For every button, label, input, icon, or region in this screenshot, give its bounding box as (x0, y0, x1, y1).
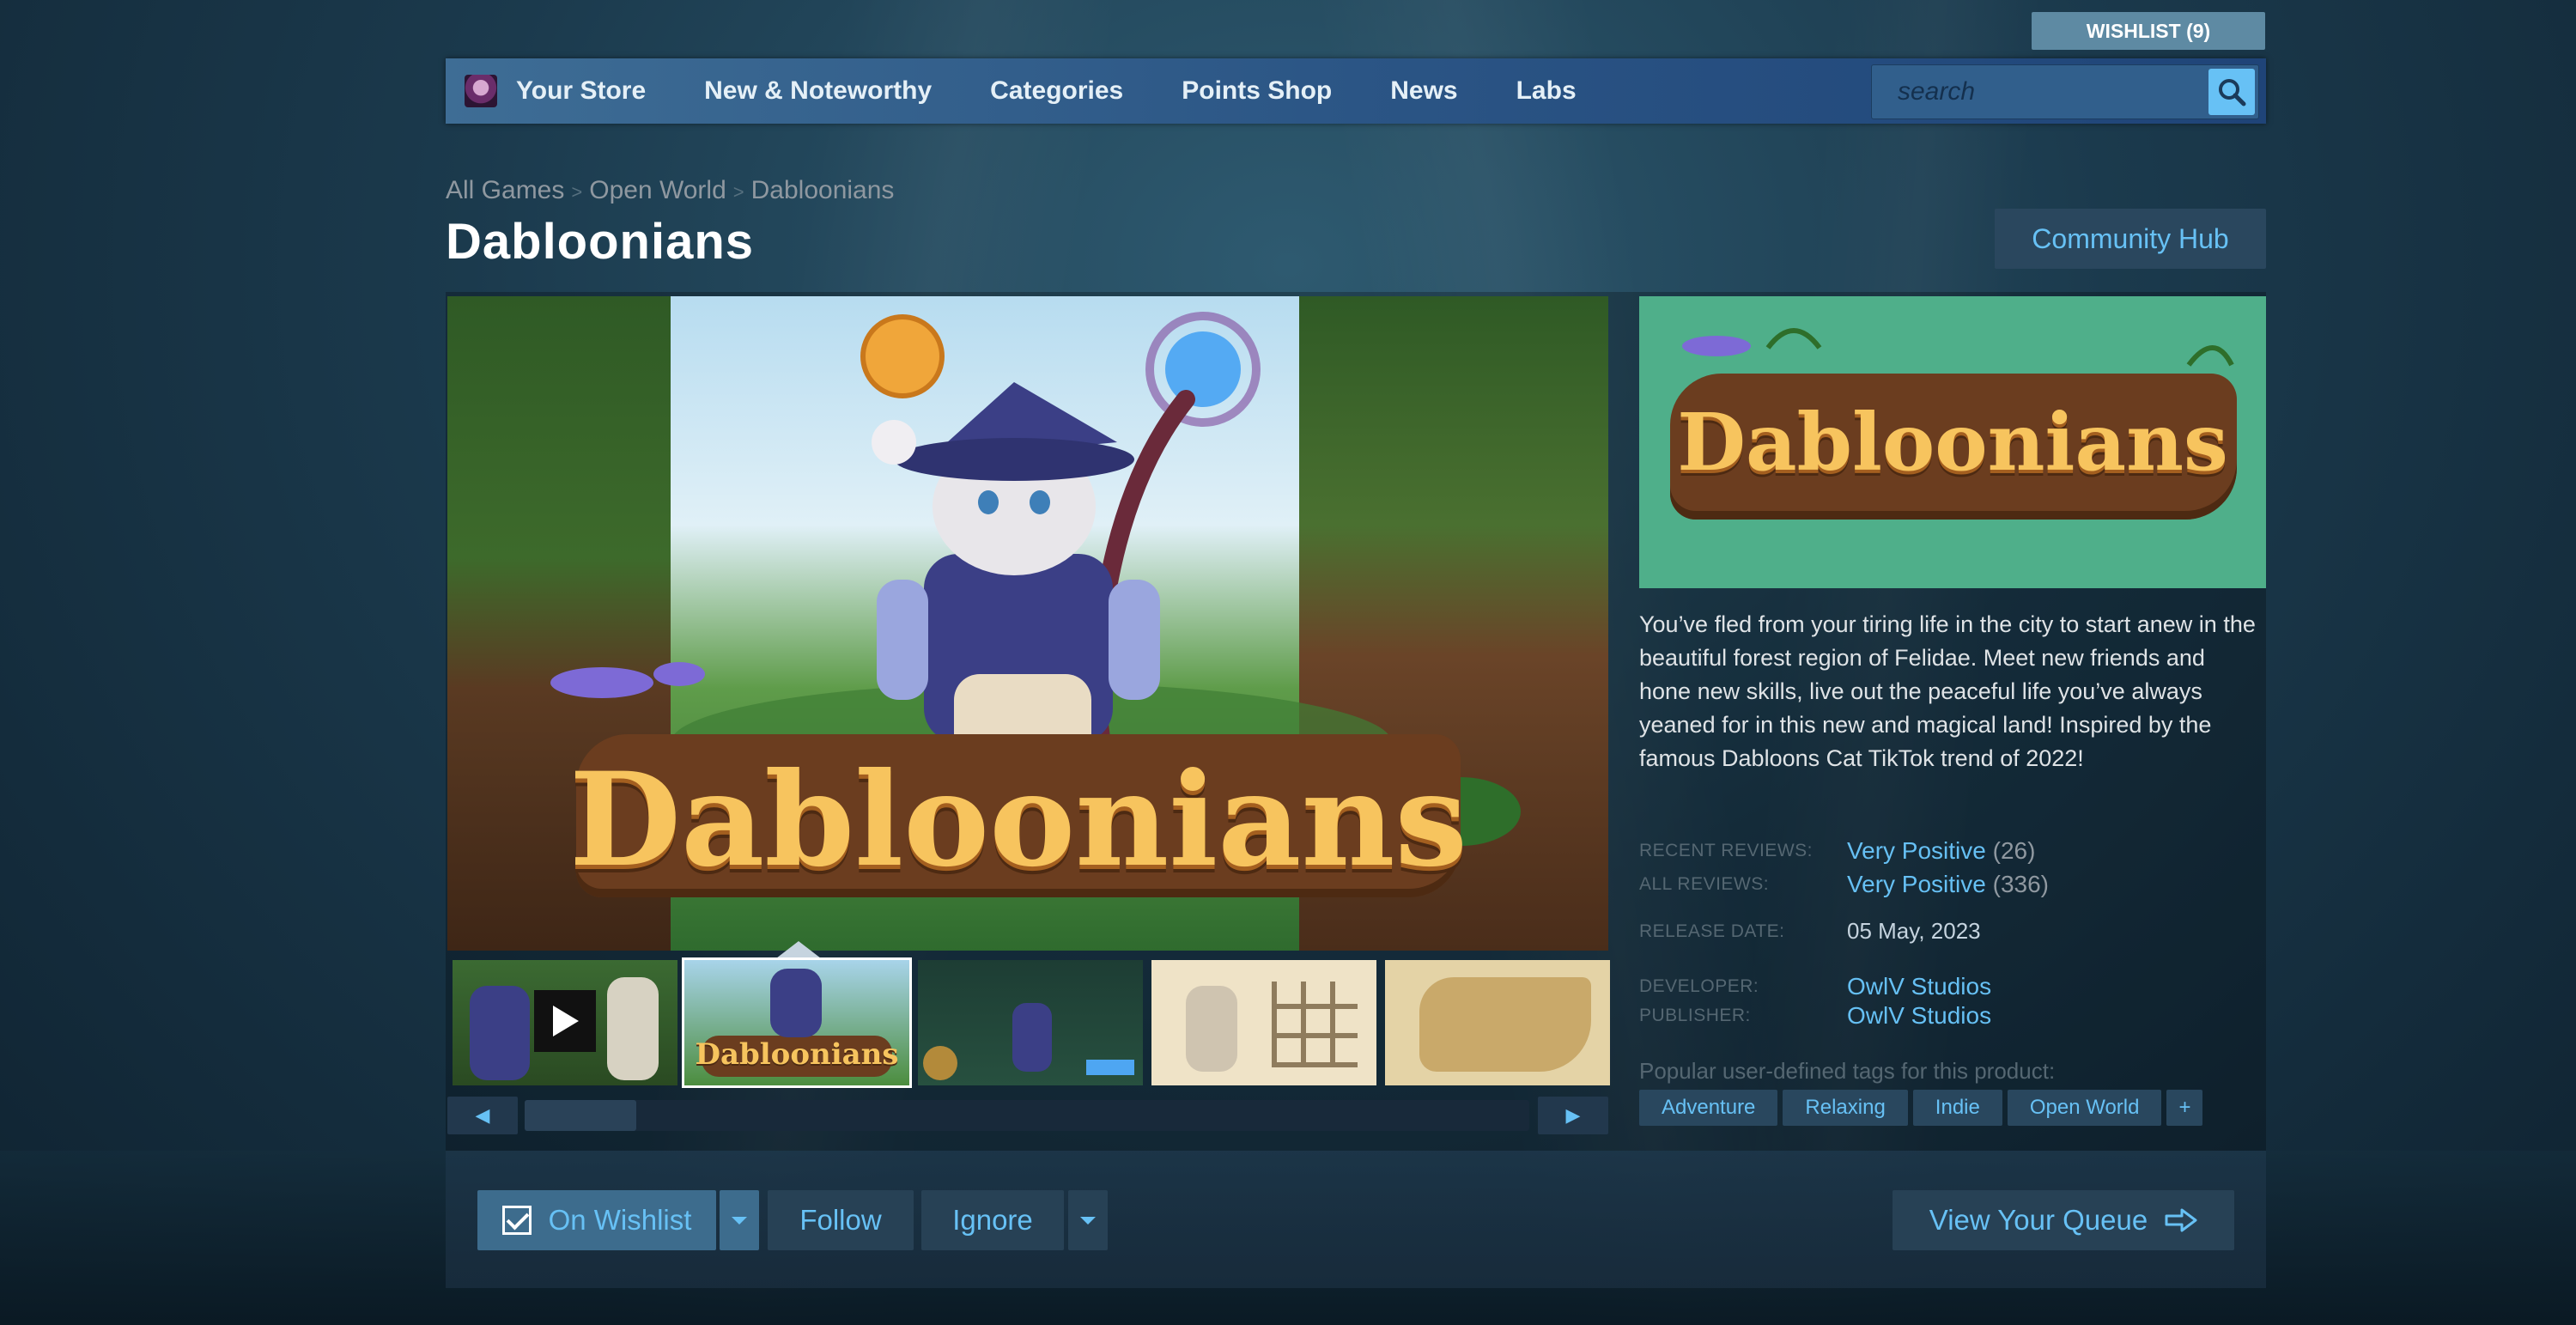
chevron-right-icon: > (732, 181, 744, 203)
tag-indie[interactable]: Indie (1912, 1090, 2002, 1126)
wishlist-dropdown-button[interactable] (720, 1190, 759, 1250)
on-wishlist-label: On Wishlist (548, 1204, 692, 1236)
recent-reviews-value: Very Positive (26) (1847, 837, 2035, 865)
on-wishlist-button[interactable]: On Wishlist (477, 1190, 716, 1250)
play-icon[interactable] (534, 990, 596, 1052)
caret-down-icon (1080, 1216, 1096, 1225)
cat-figure (1012, 1003, 1052, 1072)
active-indicator-icon (776, 941, 821, 958)
coin-icon (923, 1046, 957, 1080)
follow-button[interactable]: Follow (768, 1190, 914, 1250)
breadcrumb: All Games > Open World > Dabloonians (446, 176, 894, 205)
tag-adventure[interactable]: Adventure (1639, 1090, 1778, 1126)
nav-your-store[interactable]: Your Store (516, 76, 646, 106)
wishlist-button[interactable]: WISHLIST (9) (2032, 12, 2265, 50)
checkbox-checked-icon (501, 1206, 532, 1235)
all-reviews-link[interactable]: Very Positive (1847, 871, 1986, 897)
thumbnail-logo-text: Dabloonians (695, 1037, 899, 1072)
tags-list: Adventure Relaxing Indie Open World + (1639, 1090, 2203, 1127)
chevron-right-icon: > (571, 181, 583, 203)
hero-logo-text: Dabloonians (569, 745, 1467, 896)
arrow-right-icon (2165, 1208, 2197, 1232)
scroll-left-button[interactable]: ◀ (447, 1097, 518, 1134)
community-hub-button[interactable]: Community Hub (1995, 209, 2266, 269)
cat-figure (607, 977, 659, 1080)
recent-reviews-count: (26) (1992, 837, 2036, 864)
nav-categories[interactable]: Categories (990, 76, 1123, 106)
view-queue-button[interactable]: View Your Queue (1893, 1190, 2234, 1250)
publisher-label: PUBLISHER: (1639, 1006, 1751, 1025)
media-thumbnails: Dabloonians (447, 941, 1610, 1088)
nav-news[interactable]: News (1390, 76, 1457, 106)
nav-new-noteworthy[interactable]: New & Noteworthy (704, 76, 932, 106)
tag-open-world[interactable]: Open World (2007, 1090, 2162, 1126)
nav-points-shop[interactable]: Points Shop (1182, 76, 1332, 106)
cat-figure (1186, 986, 1237, 1072)
hero-screenshot[interactable]: Dabloonians (447, 296, 1608, 951)
search-input[interactable] (1872, 65, 2202, 119)
all-reviews-value: Very Positive (336) (1847, 871, 2049, 898)
search-icon (2219, 79, 2246, 106)
recent-reviews-link[interactable]: Very Positive (1847, 837, 1986, 864)
capsule-decoration (1682, 328, 2234, 367)
release-date-row: RELEASE DATE: 05 May, 2023 (1639, 918, 2266, 952)
thumbnail-4[interactable] (1151, 960, 1376, 1085)
nav-labs[interactable]: Labs (1516, 76, 1577, 106)
thumbnail-3[interactable] (918, 960, 1143, 1085)
hero-game-logo: Dabloonians (568, 708, 1469, 932)
scroll-right-button[interactable]: ▶ (1538, 1097, 1608, 1134)
tag-relaxing[interactable]: Relaxing (1783, 1090, 1908, 1126)
release-date-value: 05 May, 2023 (1847, 918, 1981, 944)
all-reviews-label: ALL REVIEWS: (1639, 874, 1770, 894)
thumbnail-5[interactable] (1385, 960, 1610, 1085)
hud-bar (1086, 1060, 1134, 1075)
page-title: Dabloonians (446, 214, 755, 270)
map-landmass (1419, 977, 1591, 1072)
breadcrumb-current[interactable]: Dabloonians (751, 176, 895, 204)
view-queue-label: View Your Queue (1929, 1204, 2148, 1236)
thumbnail-2[interactable]: Dabloonians (682, 957, 912, 1088)
publisher-row: PUBLISHER: OwlV Studios (1639, 1002, 2266, 1036)
all-reviews-row: ALL REVIEWS: Very Positive (336) (1639, 871, 2266, 905)
breadcrumb-all-games[interactable]: All Games (446, 176, 564, 204)
game-description: You’ve fled from your tiring life in the… (1639, 611, 2256, 771)
developer-label: DEVELOPER: (1639, 976, 1759, 996)
cat-figure (470, 986, 530, 1080)
ignore-dropdown-button[interactable] (1068, 1190, 1108, 1250)
scrollbar-thumb[interactable] (525, 1100, 636, 1131)
game-capsule-image: Dabloonians (1639, 296, 2266, 588)
search-box (1871, 64, 2259, 119)
inventory-grid (1272, 982, 1358, 1067)
store-nav-bar: Your Store New & Noteworthy Categories P… (446, 58, 2266, 124)
scrollbar-track[interactable] (525, 1100, 1529, 1131)
release-date-label: RELEASE DATE: (1639, 921, 1785, 941)
recent-reviews-label: RECENT REVIEWS: (1639, 841, 1813, 860)
ignore-button[interactable]: Ignore (921, 1190, 1064, 1250)
tags-label: Popular user-defined tags for this produ… (1639, 1058, 2056, 1084)
avatar[interactable] (465, 75, 497, 107)
search-button[interactable] (2208, 69, 2255, 115)
publisher-link[interactable]: OwlV Studios (1847, 1002, 1991, 1030)
thumbnail-video[interactable] (453, 960, 677, 1085)
all-reviews-count: (336) (1992, 871, 2050, 897)
caret-down-icon (732, 1216, 747, 1225)
cat-figure (770, 969, 822, 1037)
recent-reviews-row: RECENT REVIEWS: Very Positive (26) (1639, 837, 2266, 872)
developer-link[interactable]: OwlV Studios (1847, 973, 1991, 1000)
thumbnail-scroller: ◀ ▶ (447, 1097, 1608, 1134)
add-tag-button[interactable]: + (2166, 1090, 2203, 1126)
arrow-left-icon: ◀ (475, 1104, 490, 1126)
arrow-right-icon: ▶ (1565, 1104, 1581, 1126)
breadcrumb-open-world[interactable]: Open World (589, 176, 726, 204)
